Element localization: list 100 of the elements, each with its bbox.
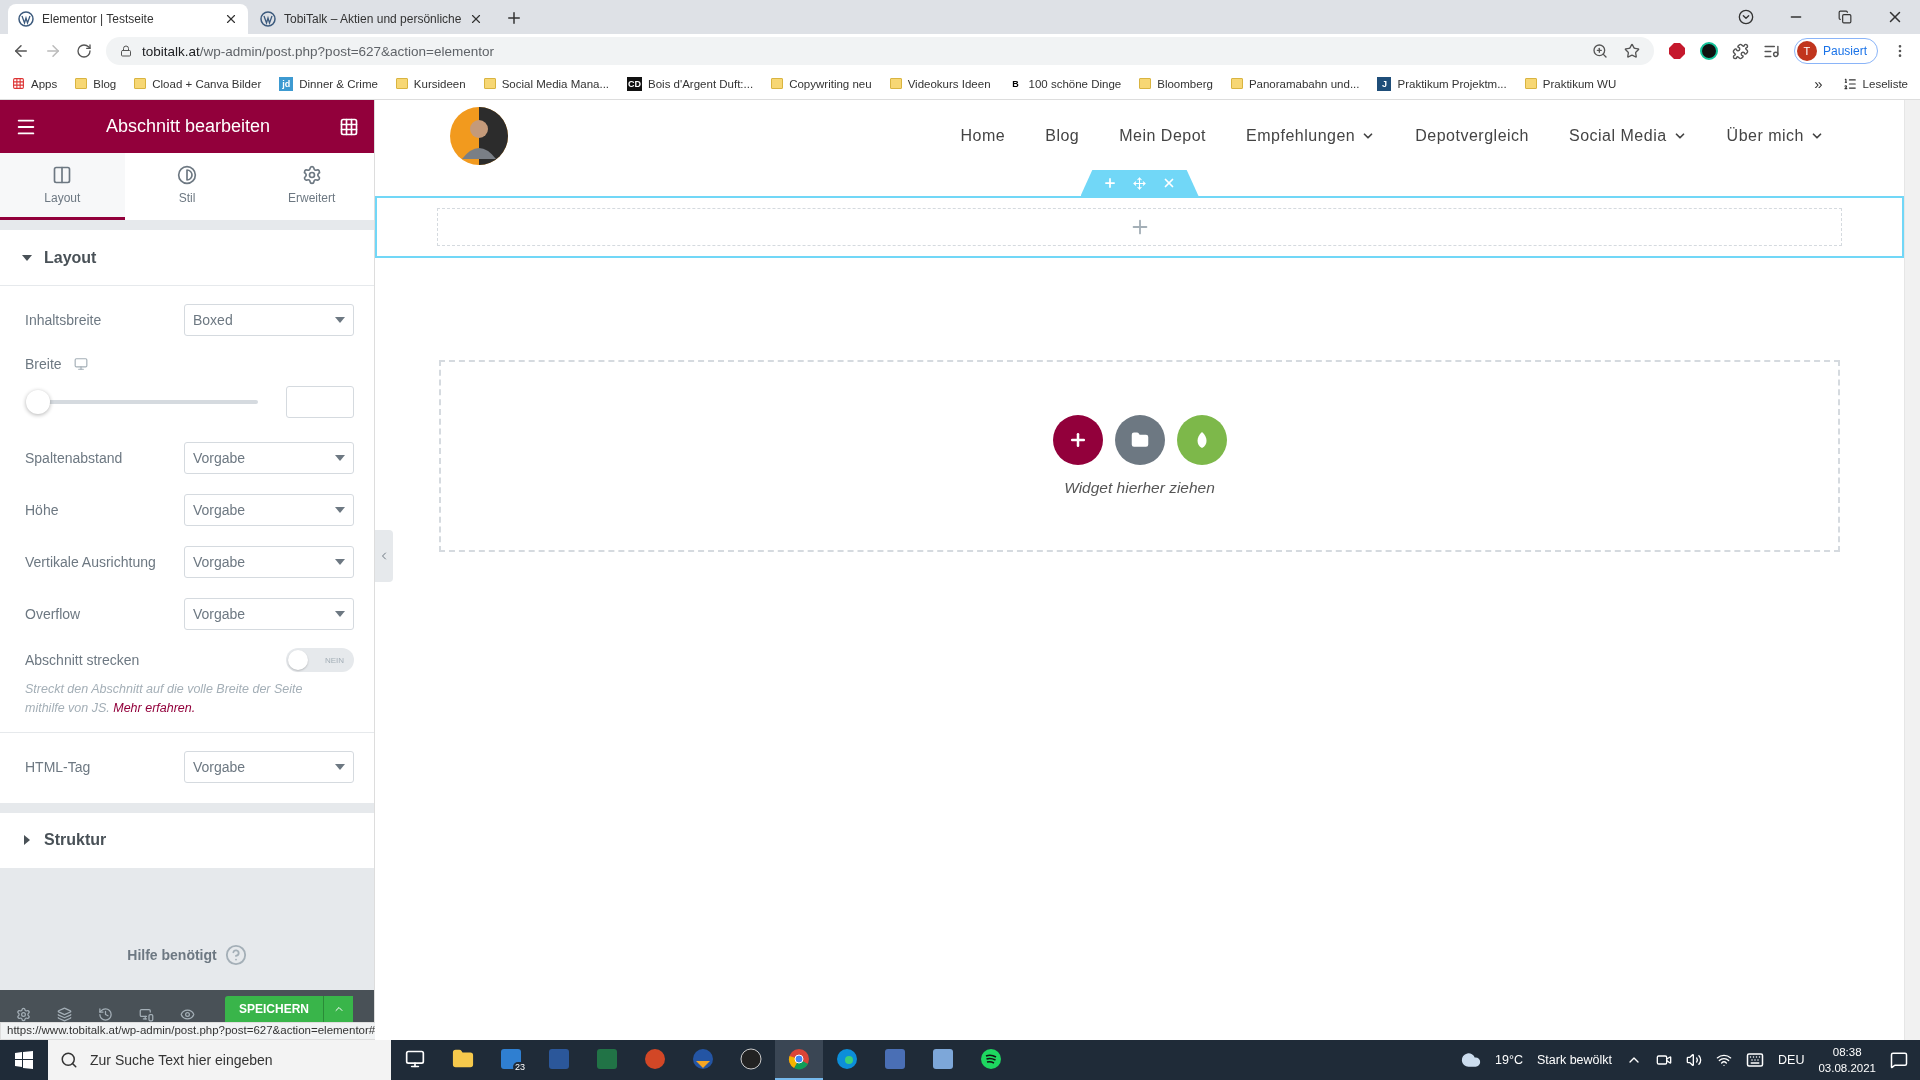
document-app-icon (548, 1048, 570, 1070)
back-icon[interactable] (12, 42, 30, 60)
bookmark[interactable]: Copywriting neu (771, 77, 872, 90)
nav-link[interactable]: Home (960, 127, 1006, 145)
volume-icon[interactable] (1686, 1052, 1703, 1068)
close-icon[interactable] (224, 12, 238, 26)
tab-search-icon[interactable] (1738, 9, 1754, 25)
panel-tab[interactable]: Layout (0, 153, 125, 220)
temperature: 19°C (1495, 1053, 1523, 1067)
bookmark[interactable]: Videokurs Ideen (889, 77, 991, 90)
bookmark[interactable]: J Praktikum Projektm... (1377, 76, 1507, 91)
responsive-icon[interactable] (139, 1007, 154, 1022)
contrast-icon (177, 165, 197, 185)
bookmark[interactable]: B 100 schöne Dinge (1008, 76, 1122, 91)
learn-more-link[interactable]: Mehr erfahren. (113, 700, 196, 715)
template-button[interactable] (1114, 415, 1165, 465)
star-icon[interactable] (1623, 43, 1640, 59)
folder-icon (452, 1048, 474, 1070)
site-logo: J (1377, 76, 1392, 91)
dropdown-select[interactable]: Vorgabe (184, 598, 354, 630)
field-label: HTML-Tag (25, 758, 91, 775)
nav-link[interactable]: Über mich (1726, 127, 1824, 145)
bookmark[interactable]: Praktikum WU (1524, 77, 1617, 90)
bookmark[interactable]: Apps (12, 77, 58, 90)
panel-title: Abschnitt bearbeiten (105, 116, 271, 137)
site-logo: CD (627, 76, 643, 91)
nav-link[interactable]: Blog (1045, 127, 1080, 145)
reading-list-button[interactable]: Leseliste (1842, 76, 1908, 91)
app-icon (884, 1048, 906, 1070)
preview-icon[interactable] (180, 1007, 195, 1022)
dropdown-select[interactable]: Vorgabe (184, 442, 354, 474)
dropdown-select[interactable]: Vorgabe (184, 546, 354, 578)
help-icon (224, 944, 247, 966)
nav-link[interactable]: Empfehlungen (1246, 127, 1376, 145)
widgets-grid-icon[interactable] (339, 116, 359, 137)
task-view-icon (405, 1049, 425, 1069)
dropdown-select[interactable]: Vorgabe (184, 750, 354, 783)
field-label: Overflow (25, 606, 81, 622)
field-label: Inhaltsbreite (25, 312, 102, 328)
columns-icon (52, 165, 73, 185)
language-indicator[interactable]: DEU (1778, 1053, 1805, 1067)
search-icon (60, 1051, 78, 1069)
add-section-button[interactable] (1052, 415, 1103, 465)
windows-icon (15, 1051, 33, 1069)
more-bookmarks-button[interactable]: » (1814, 75, 1823, 92)
zoom-icon[interactable] (1591, 43, 1608, 59)
bookmark[interactable]: jd Dinner & Crime (279, 76, 378, 91)
weather-icon (1461, 1050, 1482, 1070)
bookmark[interactable]: Social Media Mana... (483, 77, 610, 90)
dropdown-select[interactable]: Boxed (184, 304, 354, 336)
blocker-extension-icon[interactable] (1667, 42, 1686, 60)
layers-icon[interactable] (57, 1007, 72, 1022)
nav-link[interactable]: Mein Depot (1119, 127, 1207, 145)
bookmark[interactable]: Cload + Canva Bilder (134, 77, 262, 90)
history-icon[interactable] (98, 1007, 113, 1022)
taskbar-app[interactable]: 23 (487, 1040, 535, 1080)
extension-icon[interactable] (1699, 42, 1718, 60)
notifications-icon[interactable] (1890, 1051, 1908, 1069)
browser-tab[interactable]: Elementor | Testseite (8, 4, 248, 34)
browser-tab[interactable]: TobiTalk – Aktien und persönliche (250, 4, 494, 34)
search-field[interactable]: Zur Suche Text hier eingeben (48, 1040, 391, 1080)
nav-link[interactable]: Social Media (1569, 127, 1687, 145)
camera-icon[interactable] (1656, 1052, 1673, 1068)
music-app-icon (980, 1048, 1002, 1070)
bookmark[interactable]: Panoramabahn und... (1230, 77, 1360, 90)
settings-icon[interactable] (16, 1007, 31, 1022)
extensions-icon[interactable] (1731, 42, 1749, 60)
dropdown-select[interactable]: Vorgabe (184, 494, 354, 526)
weather-text: Stark bewölkt (1537, 1053, 1613, 1067)
address-bar[interactable]: tobitalk.at/wp-admin/post.php?post=627&action=elementor (106, 37, 1654, 65)
apps-grid-icon (12, 77, 25, 90)
bookmark[interactable]: Blog (75, 77, 117, 90)
folder-icon (75, 78, 88, 89)
presentation-app-icon (644, 1048, 666, 1070)
network-icon[interactable] (1716, 1052, 1733, 1068)
caret-icon (335, 455, 345, 461)
number-input[interactable] (286, 386, 354, 418)
nav-link[interactable]: Depotvergleich (1415, 127, 1529, 145)
browser-icon (836, 1048, 858, 1070)
bookmark[interactable]: Kursideen (395, 77, 466, 90)
clock[interactable]: 08:38 03.08.2021 (1818, 1043, 1876, 1077)
recorder-icon (740, 1048, 762, 1070)
logo (450, 107, 508, 165)
lock-icon (120, 45, 132, 57)
help-link[interactable]: Hilfe benötigt (127, 947, 217, 963)
folder-icon (1524, 78, 1537, 89)
help-text: Streckt den Abschnitt auf die volle Breite der Seite mithilfe von JS. Mehr erfahren. (25, 681, 304, 717)
slider-thumb[interactable] (26, 390, 50, 414)
field-label: Vertikale Ausrichtung (25, 554, 156, 570)
bookmark[interactable]: CD Bois d'Argent Duft:... (627, 76, 754, 91)
restore-icon[interactable] (1838, 10, 1852, 24)
folder-icon (483, 78, 496, 89)
scrollbar[interactable] (1904, 100, 1920, 1040)
desktop-icon (73, 357, 88, 371)
keyboard-icon[interactable] (1746, 1051, 1765, 1069)
reload-icon[interactable] (76, 43, 92, 59)
bookmark[interactable]: Bloomberg (1139, 77, 1213, 90)
caret-icon (335, 507, 345, 513)
notepad-icon (932, 1048, 954, 1070)
folder-icon (395, 78, 408, 89)
